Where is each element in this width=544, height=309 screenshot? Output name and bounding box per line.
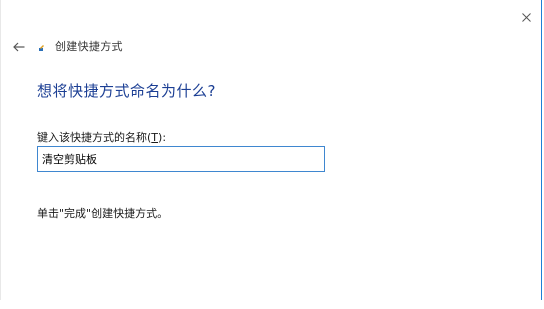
wizard-header: 创建快捷方式 xyxy=(11,36,123,56)
wizard-title: 创建快捷方式 xyxy=(55,40,123,53)
finish-hint: 单击"完成"创建快捷方式。 xyxy=(37,207,169,220)
create-shortcut-window: 创建快捷方式 想将快捷方式命名为什么? 键入该快捷方式的名称(T): 单击"完成… xyxy=(0,0,542,300)
back-arrow-icon xyxy=(13,37,25,56)
back-button[interactable] xyxy=(11,38,27,54)
shortcut-name-label: 键入该快捷方式的名称(T): xyxy=(37,129,166,145)
label-suffix: ): xyxy=(158,131,167,144)
shortcut-wizard-icon xyxy=(37,40,47,52)
shortcut-name-input[interactable] xyxy=(37,146,325,172)
close-button[interactable] xyxy=(515,8,537,26)
label-prefix: 键入该快捷方式的名称( xyxy=(37,131,152,144)
close-icon xyxy=(521,12,531,22)
page-question: 想将快捷方式命名为什么? xyxy=(37,82,216,100)
